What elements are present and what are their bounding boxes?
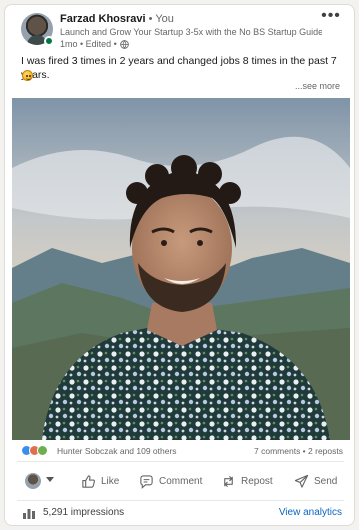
action-bar: Like Comment Repost Send xyxy=(5,465,354,501)
repost-icon xyxy=(224,475,233,487)
chevron-down-icon[interactable] xyxy=(46,477,54,482)
author-line: Farzad Khosravi • You xyxy=(60,13,174,25)
reaction-icons[interactable] xyxy=(21,445,48,456)
post-text: I was fired 3 times in 2 years and chang… xyxy=(21,55,337,81)
more-options-button[interactable]: ••• xyxy=(318,8,344,29)
impressions-count[interactable]: 5,291 impressions xyxy=(43,507,124,518)
author-name[interactable]: Farzad Khosravi xyxy=(60,13,146,25)
post-meta-text: 1mo • Edited • xyxy=(60,39,117,49)
analytics-footer: 5,291 impressions View analytics xyxy=(5,503,354,523)
send-button[interactable]: Send xyxy=(294,471,337,491)
post-photo[interactable] xyxy=(12,98,350,440)
send-label: Send xyxy=(314,475,338,487)
comments-reposts-count[interactable]: 7 comments • 2 reposts xyxy=(254,446,343,456)
send-icon xyxy=(294,474,309,488)
chart-icon xyxy=(23,509,35,519)
divider xyxy=(17,500,344,501)
support-reaction-icon xyxy=(37,445,48,456)
repost-label: Repost xyxy=(241,475,273,487)
comment-label: Comment xyxy=(159,475,203,487)
photo-illustration xyxy=(12,98,350,440)
social-counts: Hunter Sobczak and 109 others 7 comments… xyxy=(21,445,343,459)
online-status-icon xyxy=(44,36,54,46)
comment-button[interactable]: Comment xyxy=(139,471,202,491)
reaction-names[interactable]: Hunter Sobczak and 109 others xyxy=(57,446,177,456)
post-header: Farzad Khosravi • You Launch and Grow Yo… xyxy=(5,5,354,53)
comment-icon xyxy=(140,474,153,489)
globe-icon xyxy=(120,39,129,49)
author-avatar[interactable] xyxy=(21,13,54,46)
divider xyxy=(17,461,344,462)
post-card: Farzad Khosravi • You Launch and Grow Yo… xyxy=(4,4,355,526)
repost-button[interactable]: Repost xyxy=(221,471,273,491)
actor-avatar[interactable] xyxy=(25,473,41,489)
author-tag: • You xyxy=(145,13,174,25)
author-headline: Launch and Grow Your Startup 3-5x with t… xyxy=(60,27,322,37)
see-more-link[interactable]: ...see more xyxy=(295,81,340,91)
emoji-icon xyxy=(22,70,33,81)
like-label: Like xyxy=(101,475,120,487)
like-icon xyxy=(82,474,96,488)
like-button[interactable]: Like xyxy=(81,471,119,491)
view-analytics-link[interactable]: View analytics xyxy=(279,507,342,518)
post-meta: 1mo • Edited • xyxy=(60,39,129,49)
